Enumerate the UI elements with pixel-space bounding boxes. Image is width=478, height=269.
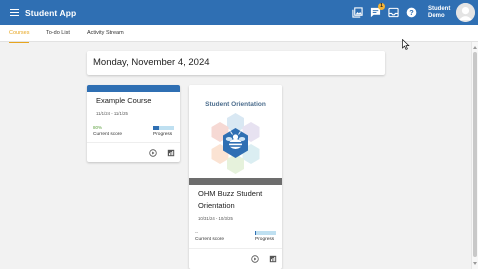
course-color-bar: [87, 85, 180, 92]
current-score-label: Current score: [195, 237, 225, 242]
tab-courses[interactable]: Courses: [9, 25, 30, 43]
current-score-label: Current score: [93, 132, 123, 137]
inbox-icon[interactable]: [388, 7, 399, 18]
current-score-value: --: [195, 230, 198, 235]
gradebook-icon[interactable]: [167, 149, 175, 157]
course-card-ohm-buzz-orientation[interactable]: Student Orientation OHM Buzz Student Ori…: [189, 85, 282, 269]
course-title-line1[interactable]: OHM Buzz Student: [198, 189, 262, 198]
notification-badge: 1: [378, 3, 385, 10]
help-icon[interactable]: ?: [406, 7, 417, 18]
thumbnail-strip: [189, 178, 282, 185]
menu-icon[interactable]: [10, 9, 19, 16]
course-dates: 10/31/24 - 10/3/25: [198, 216, 233, 221]
card-divider: [189, 248, 282, 249]
user-first-name: Student: [428, 6, 451, 12]
play-icon[interactable]: [251, 255, 259, 263]
user-last-name: Demo: [428, 12, 445, 19]
app-bar: Student App 1 ? Student Demo: [0, 0, 478, 25]
course-title-line2[interactable]: Orientation: [198, 201, 235, 210]
scroll-thumb[interactable]: [473, 52, 477, 257]
progress-bar: [255, 231, 276, 235]
avatar[interactable]: [456, 3, 475, 22]
gradebook-icon[interactable]: [269, 255, 277, 263]
app-title: Student App: [25, 7, 77, 18]
progress-bar: [153, 126, 174, 130]
bee-hexagon-logo: [211, 113, 260, 174]
progress-label: Progress: [153, 132, 173, 137]
svg-text:?: ?: [409, 8, 414, 17]
play-icon[interactable]: [149, 149, 157, 157]
progress-label: Progress: [255, 237, 275, 242]
progress-bar-fill: [153, 126, 160, 130]
course-card-example-course[interactable]: Example Course 11/1/24 - 11/1/25 80% Cur…: [87, 85, 180, 162]
app-bar-actions: 1 ? Student Demo: [352, 0, 478, 25]
gallery-icon[interactable]: [352, 7, 363, 18]
thumbnail-caption: Student Orientation: [205, 101, 266, 108]
scroll-down-arrow-icon[interactable]: [473, 262, 477, 265]
tab-activity-stream[interactable]: Activity Stream: [87, 25, 124, 42]
chat-icon[interactable]: 1: [370, 3, 385, 18]
scroll-up-arrow-icon[interactable]: [473, 46, 477, 49]
date-header-card: Monday, November 4, 2024: [87, 51, 385, 75]
course-title[interactable]: Example Course: [96, 96, 151, 105]
date-header: Monday, November 4, 2024: [93, 57, 210, 68]
progress-bar-fill: [255, 231, 257, 235]
page-scrollbar[interactable]: [471, 42, 478, 269]
current-score-value: 80%: [93, 125, 103, 130]
mouse-cursor-icon: [402, 39, 410, 50]
card-divider: [87, 142, 180, 143]
user-name[interactable]: Student Demo: [428, 6, 452, 19]
course-dates: 11/1/24 - 11/1/25: [96, 111, 128, 116]
tab-todo-list[interactable]: To-do List: [46, 25, 70, 42]
course-thumbnail[interactable]: Student Orientation: [189, 85, 282, 178]
